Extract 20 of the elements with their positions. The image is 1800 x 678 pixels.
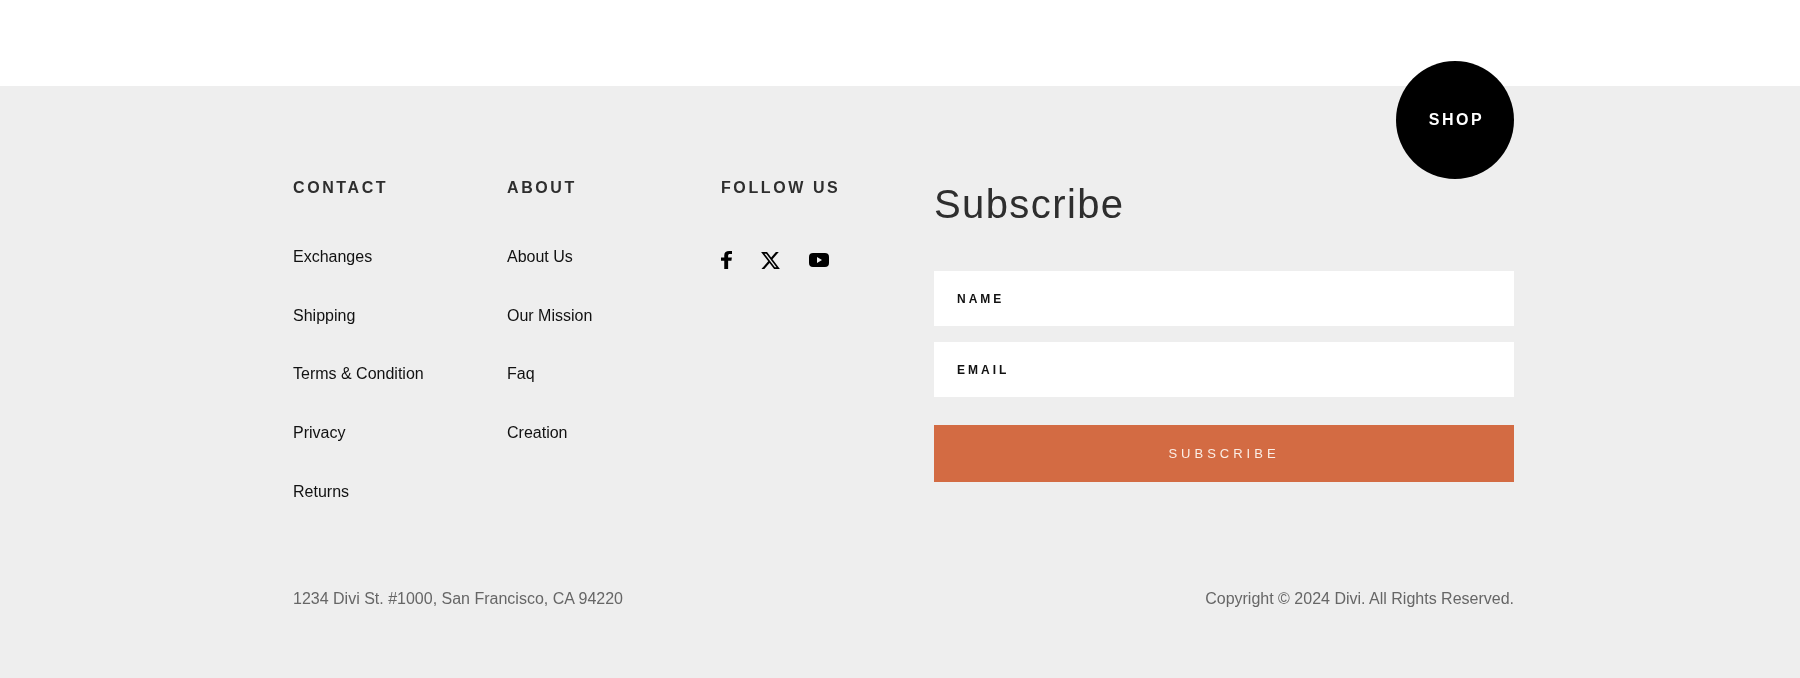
address-text: 1234 Divi St. #1000, San Francisco, CA 94220 [293, 588, 623, 609]
x-icon[interactable] [761, 251, 780, 269]
footer-link[interactable]: Exchanges [293, 245, 373, 269]
youtube-icon[interactable] [809, 253, 829, 267]
footer-link[interactable]: Our Mission [507, 303, 593, 328]
column-heading: FOLLOW US [721, 178, 841, 198]
footer-link[interactable]: Terms & Condition [293, 362, 424, 387]
footer-link[interactable]: Privacy [293, 421, 346, 446]
footer-link[interactable]: Creation [507, 421, 568, 446]
footer-link[interactable]: Faq [507, 362, 535, 387]
footer-link[interactable]: About Us [507, 245, 573, 269]
footer-link[interactable]: Shipping [293, 303, 356, 328]
input-field[interactable]: NAME [934, 271, 1514, 326]
column-heading: CONTACT [293, 178, 389, 198]
input-field[interactable]: EMAIL [934, 342, 1514, 397]
subscribe-title: Subscribe [934, 181, 1125, 228]
column-heading: ABOUT [507, 178, 577, 198]
copyright-text: Copyright © 2024 Divi. All Rights Reserved. [1205, 588, 1514, 609]
footer-link[interactable]: Returns [293, 479, 350, 504]
facebook-icon[interactable] [721, 251, 732, 269]
